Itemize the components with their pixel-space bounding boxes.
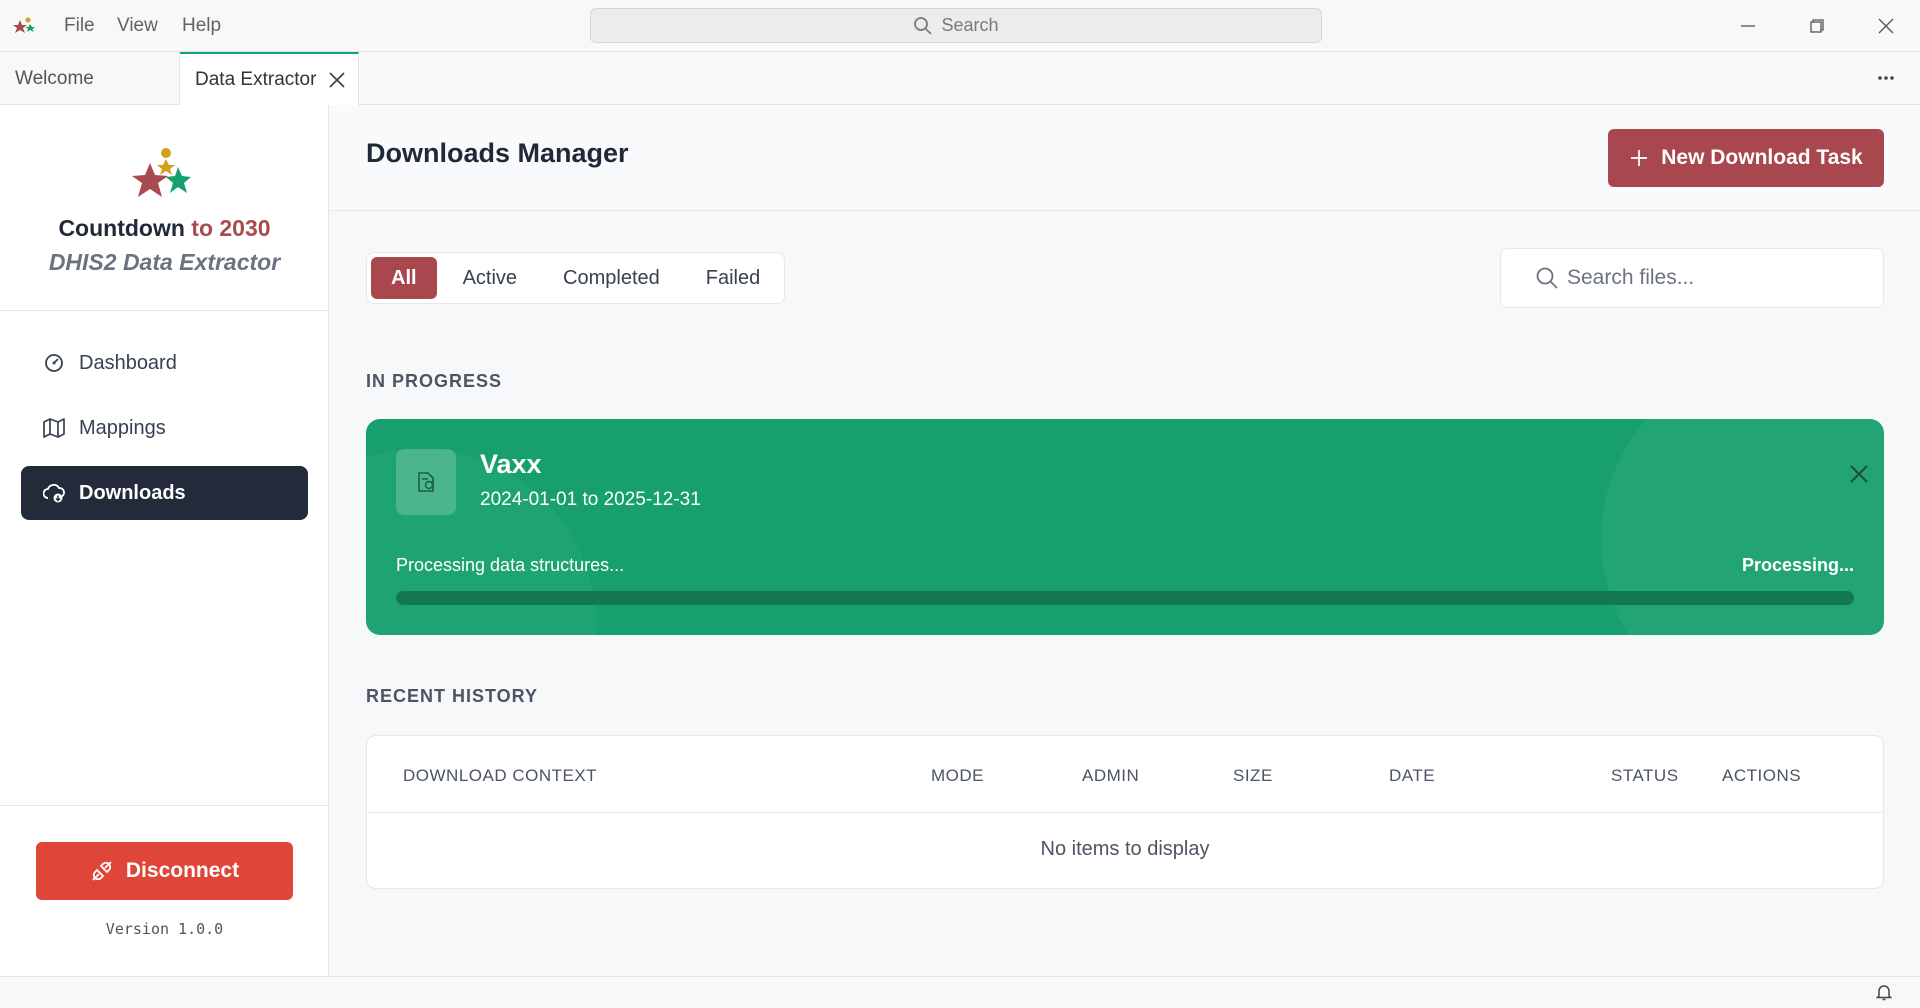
task-status-label: Processing... [1741, 555, 1854, 575]
sidebar-item-mappings[interactable]: Mappings [21, 401, 308, 455]
map-icon [43, 417, 65, 439]
restore-icon [1810, 19, 1824, 33]
menu-view[interactable]: View [117, 15, 158, 37]
filter-completed[interactable]: Completed [543, 257, 680, 299]
tab-welcome[interactable]: Welcome [0, 52, 180, 105]
main-content: Downloads Manager New Download Task All … [330, 105, 1920, 976]
brand-title: Countdown to 2030 [0, 215, 329, 242]
brand-subtitle: DHIS2 Data Extractor [48, 249, 281, 275]
tab-label: Data Extractor [195, 69, 317, 90]
task-status-message: Processing data structures... [396, 555, 625, 575]
sidebar-item-label: Dashboard [79, 351, 177, 374]
sidebar-item-label: Downloads [79, 481, 186, 504]
tab-close-button[interactable] [326, 69, 348, 91]
page-title: Downloads Manager [366, 138, 629, 168]
column-header: STATUS [1611, 766, 1679, 785]
title-bar: File View Help Search [0, 0, 1920, 52]
tab-label: Welcome [15, 67, 94, 89]
filter-tabs: All Active Completed Failed [366, 252, 786, 304]
column-header: MODE [931, 766, 984, 785]
brand-title-main: Countdown [58, 215, 185, 241]
sidebar: Countdown to 2030 DHIS2 Data Extractor D… [0, 105, 329, 976]
filter-all[interactable]: All [371, 257, 437, 299]
close-icon [1878, 18, 1894, 34]
filter-active[interactable]: Active [443, 257, 537, 299]
brand-title-accent: to 2030 [191, 215, 271, 241]
column-header: SIZE [1233, 766, 1273, 785]
dashboard-icon [43, 352, 65, 374]
task-date-range: 2024-01-01 to 2025-12-31 [480, 489, 701, 510]
tab-data-extractor[interactable]: Data Extractor [180, 52, 359, 106]
empty-state-text: No items to display [1040, 838, 1210, 860]
column-header: DOWNLOAD CONTEXT [403, 766, 598, 785]
page-header: Downloads Manager New Download Task [330, 105, 1920, 211]
minimize-icon [1741, 25, 1755, 27]
recent-history-heading: RECENT HISTORY [366, 686, 539, 706]
search-icon [914, 16, 933, 35]
countdown-logo-icon [132, 148, 191, 197]
disconnect-button[interactable]: Disconnect [36, 842, 293, 900]
tab-bar: Welcome Data Extractor [0, 52, 1920, 106]
app-logo-icon [13, 17, 35, 33]
version-text: Version 1.0.0 [105, 920, 224, 938]
sidebar-item-label: Mappings [79, 416, 166, 439]
command-search-input[interactable]: Search [590, 8, 1322, 43]
cancel-task-button[interactable] [1846, 461, 1872, 487]
task-name: Vaxx [480, 449, 542, 479]
disconnect-label: Disconnect [125, 859, 240, 882]
minimize-button[interactable] [1734, 12, 1762, 40]
more-options-button[interactable] [1872, 66, 1900, 90]
sidebar-footer: Disconnect Version 1.0.0 [0, 805, 329, 976]
filter-failed[interactable]: Failed [686, 257, 780, 299]
column-header: DATE [1389, 766, 1436, 785]
unplug-icon [92, 861, 112, 881]
notification-bell-icon[interactable] [1874, 982, 1894, 1002]
close-window-button[interactable] [1872, 12, 1900, 40]
file-search-input[interactable]: Search files... [1500, 248, 1884, 308]
menu-help[interactable]: Help [182, 15, 221, 37]
plus-icon [1631, 150, 1648, 166]
file-search-placeholder: Search files... [1567, 266, 1695, 289]
search-icon [1536, 267, 1558, 289]
download-task-card: Vaxx 2024-01-01 to 2025-12-31 Processing… [366, 419, 1884, 635]
restore-button[interactable] [1803, 12, 1831, 40]
cloud-download-icon [43, 482, 65, 504]
sidebar-item-downloads[interactable]: Downloads [21, 466, 308, 520]
ellipsis-icon [1878, 76, 1894, 80]
history-table: DOWNLOAD CONTEXT MODE ADMIN SIZE DATE ST… [366, 735, 1884, 889]
search-placeholder: Search [941, 15, 999, 35]
table-divider [367, 812, 1883, 813]
status-bar [0, 976, 1920, 1008]
sidebar-item-dashboard[interactable]: Dashboard [21, 336, 308, 390]
column-header: ADMIN [1082, 766, 1140, 785]
new-download-task-label: New Download Task [1661, 146, 1863, 169]
menu-file[interactable]: File [64, 15, 95, 37]
in-progress-heading: IN PROGRESS [366, 371, 503, 391]
column-header: ACTIONS [1722, 766, 1802, 785]
new-download-task-button[interactable]: New Download Task [1608, 129, 1884, 187]
brand-block: Countdown to 2030 DHIS2 Data Extractor [0, 105, 329, 311]
task-progress-bar [396, 591, 1854, 605]
task-file-icon [396, 449, 456, 515]
close-icon [1850, 465, 1868, 483]
close-icon [329, 72, 346, 88]
